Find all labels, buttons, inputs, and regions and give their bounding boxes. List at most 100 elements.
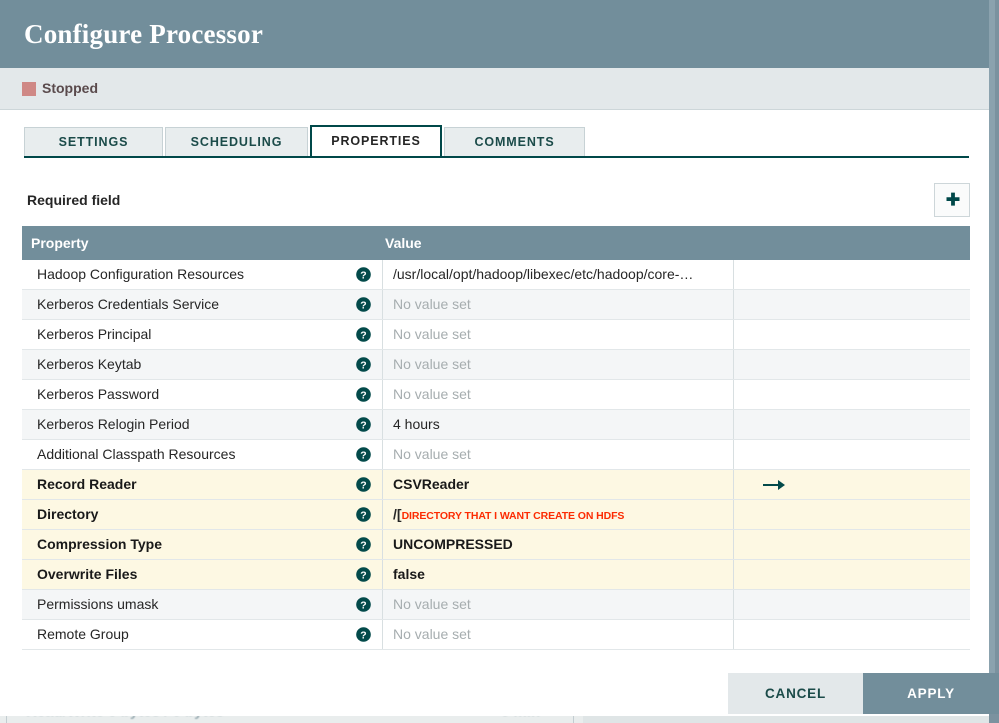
property-name-label: Kerberos Relogin Period: [37, 416, 190, 432]
property-name-cell: Directory?: [22, 500, 381, 529]
configure-processor-dialog: Configure Processor Stopped SETTINGS SCH…: [0, 0, 999, 716]
help-icon[interactable]: ?: [356, 387, 371, 402]
property-name-cell: Hadoop Configuration Resources?: [22, 260, 381, 289]
svg-text:?: ?: [360, 569, 366, 581]
property-value-cell[interactable]: /usr/local/opt/hadoop/libexec/etc/hadoop…: [382, 260, 734, 289]
help-icon[interactable]: ?: [356, 507, 371, 522]
tab-scheduling[interactable]: SCHEDULING: [165, 127, 308, 156]
dialog-header: Configure Processor: [0, 0, 989, 68]
property-value-text: false: [393, 566, 425, 582]
help-icon[interactable]: ?: [356, 357, 371, 372]
property-value-cell[interactable]: CSVReader: [382, 470, 734, 499]
table-row[interactable]: Kerberos Principal? No value set: [22, 320, 970, 350]
help-icon[interactable]: ?: [356, 297, 371, 312]
screen: Read/Write 0 bytes / 0 bytes 5 min Confi…: [0, 0, 999, 723]
add-property-button[interactable]: [934, 183, 970, 217]
table-row[interactable]: Record Reader? CSVReader: [22, 470, 970, 500]
property-value-text: No value set: [393, 296, 471, 312]
property-name-label: Additional Classpath Resources: [37, 446, 236, 462]
property-value-cell[interactable]: No value set: [382, 380, 734, 409]
apply-button[interactable]: APPLY: [863, 673, 999, 714]
property-action-cell: [735, 320, 970, 349]
dialog-title: Configure Processor: [24, 19, 264, 49]
property-action-cell: [735, 620, 970, 649]
property-name-label: Permissions umask: [37, 596, 159, 612]
help-icon[interactable]: ?: [356, 477, 371, 492]
property-action-cell: [735, 500, 970, 529]
property-value-text: No value set: [393, 446, 471, 462]
table-row[interactable]: Compression Type? UNCOMPRESSED: [22, 530, 970, 560]
svg-text:?: ?: [360, 629, 366, 641]
svg-text:?: ?: [360, 389, 366, 401]
table-row[interactable]: Directory? /[DIRECTORY THAT I WANT CREATE…: [22, 500, 970, 530]
table-body: Hadoop Configuration Resources? /usr/loca…: [22, 260, 970, 650]
required-field-label: Required field: [27, 192, 121, 208]
property-name-label: Kerberos Credentials Service: [37, 296, 220, 312]
processor-status-bar: Stopped: [0, 68, 989, 110]
property-value-text: CSVReader: [393, 476, 470, 492]
tab-properties[interactable]: PROPERTIES: [310, 125, 442, 156]
table-row[interactable]: Hadoop Configuration Resources? /usr/loca…: [22, 260, 970, 290]
property-name-label: Kerberos Keytab: [37, 356, 142, 372]
property-value-cell[interactable]: UNCOMPRESSED: [382, 530, 734, 559]
property-value-text: No value set: [393, 386, 471, 402]
go-to-service-arrow-icon[interactable]: [763, 478, 785, 492]
help-icon[interactable]: ?: [356, 537, 371, 552]
property-value-text: No value set: [393, 326, 471, 342]
property-name-label: Directory: [37, 506, 99, 522]
property-value-cell[interactable]: false: [382, 560, 734, 589]
table-row[interactable]: Kerberos Relogin Period? 4 hours: [22, 410, 970, 440]
tab-underline: [24, 156, 969, 158]
property-value-text: No value set: [393, 626, 471, 642]
property-action-cell: [735, 380, 970, 409]
page-right-gutter: [989, 0, 999, 723]
svg-text:?: ?: [360, 419, 366, 431]
property-value-cell[interactable]: No value set: [382, 290, 734, 319]
cancel-button[interactable]: CANCEL: [728, 673, 863, 714]
table-header-row: Property Value: [22, 226, 970, 260]
tab-settings[interactable]: SETTINGS: [24, 127, 163, 156]
property-name-label: Overwrite Files: [37, 566, 138, 582]
property-value-cell[interactable]: No value set: [382, 320, 734, 349]
property-action-cell: [735, 410, 970, 439]
page-scroll-track[interactable]: [989, 0, 995, 700]
property-value-cell[interactable]: No value set: [382, 590, 734, 619]
status-label: Stopped: [42, 80, 98, 96]
table-row[interactable]: Remote Group? No value set: [22, 620, 970, 650]
property-name-label: Compression Type: [37, 536, 162, 552]
help-icon[interactable]: ?: [356, 597, 371, 612]
table-row[interactable]: Kerberos Password? No value set: [22, 380, 970, 410]
table-row[interactable]: Kerberos Keytab? No value set: [22, 350, 970, 380]
table-row[interactable]: Kerberos Credentials Service? No value se…: [22, 290, 970, 320]
help-icon[interactable]: ?: [356, 267, 371, 282]
table-row[interactable]: Overwrite Files? false: [22, 560, 970, 590]
table-row[interactable]: Permissions umask? No value set: [22, 590, 970, 620]
tab-comments[interactable]: COMMENTS: [444, 127, 585, 156]
svg-text:?: ?: [360, 269, 366, 281]
property-action-cell: [735, 350, 970, 379]
property-value-cell[interactable]: No value set: [382, 440, 734, 469]
property-value-cell[interactable]: No value set: [382, 620, 734, 649]
help-icon[interactable]: ?: [356, 327, 371, 342]
property-value-text: /usr/local/opt/hadoop/libexec/etc/hadoop…: [393, 266, 694, 282]
svg-text:?: ?: [360, 359, 366, 371]
property-name-cell: Additional Classpath Resources?: [22, 440, 381, 469]
property-action-cell: [735, 290, 970, 319]
svg-text:?: ?: [360, 299, 366, 311]
table-row[interactable]: Additional Classpath Resources? No value …: [22, 440, 970, 470]
column-header-property: Property: [31, 235, 89, 251]
property-value-cell[interactable]: 4 hours: [382, 410, 734, 439]
help-icon[interactable]: ?: [356, 417, 371, 432]
help-icon[interactable]: ?: [356, 447, 371, 462]
help-icon[interactable]: ?: [356, 567, 371, 582]
stopped-status-icon: [22, 82, 36, 96]
property-value-text: /[DIRECTORY THAT I WANT CREATE ON HDFS: [393, 506, 625, 522]
property-value-cell[interactable]: /[DIRECTORY THAT I WANT CREATE ON HDFS: [382, 500, 734, 529]
property-name-cell: Compression Type?: [22, 530, 381, 559]
property-value-cell[interactable]: No value set: [382, 350, 734, 379]
property-name-cell: Kerberos Password?: [22, 380, 381, 409]
dialog-tabs: SETTINGS SCHEDULING PROPERTIES COMMENTS: [0, 110, 989, 172]
property-action-cell: [735, 530, 970, 559]
property-value-text: No value set: [393, 356, 471, 372]
help-icon[interactable]: ?: [356, 627, 371, 642]
